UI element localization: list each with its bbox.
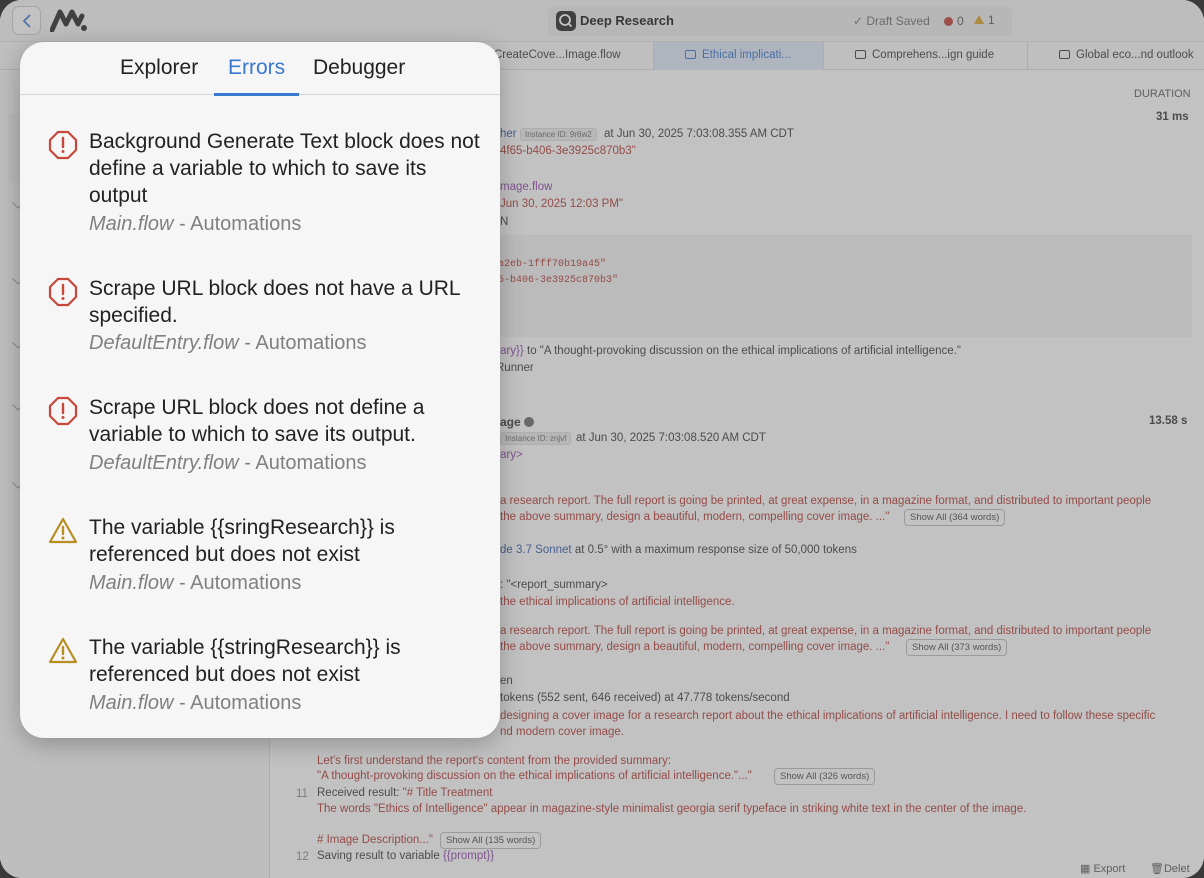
active-tab-indicator bbox=[214, 93, 299, 96]
problem-file: DefaultEntry.flow bbox=[89, 332, 239, 354]
tab-explorer[interactable]: Explorer bbox=[120, 56, 198, 80]
problem-file: Main.flow bbox=[89, 572, 174, 594]
triangle-alert-icon bbox=[48, 517, 78, 544]
problem-item-warning[interactable]: The variable {{sringResearch}} is refere… bbox=[48, 514, 488, 599]
octagon-alert-icon bbox=[48, 396, 78, 426]
problem-item-error[interactable]: Scrape URL block does not define a varia… bbox=[48, 394, 488, 479]
app-window: Deep Research ✓ Draft Saved 0 1 CreateCo… bbox=[0, 0, 1204, 878]
problem-source[interactable]: Main.flow - Automations bbox=[89, 572, 301, 595]
problem-location: - Automations bbox=[173, 572, 302, 594]
problem-source[interactable]: DefaultEntry.flow - Automations bbox=[89, 332, 367, 355]
problem-item-error[interactable]: Scrape URL block does not have a URL spe… bbox=[48, 275, 488, 360]
problem-location: - Automations bbox=[173, 213, 302, 235]
problem-source[interactable]: Main.flow - Automations bbox=[89, 213, 301, 236]
problem-file: DefaultEntry.flow bbox=[89, 452, 239, 474]
octagon-alert-icon bbox=[48, 277, 78, 307]
problem-source[interactable]: DefaultEntry.flow - Automations bbox=[89, 452, 367, 475]
tab-debugger[interactable]: Debugger bbox=[313, 56, 405, 80]
triangle-alert-icon bbox=[48, 637, 78, 664]
popover-tabs: Explorer Errors Debugger bbox=[20, 42, 500, 96]
problem-message: Scrape URL block does not define a varia… bbox=[89, 396, 425, 446]
problem-message: The variable {{sringResearch}} is refere… bbox=[89, 516, 395, 566]
problem-location: - Automations bbox=[173, 692, 302, 714]
problem-file: Main.flow bbox=[89, 692, 174, 714]
problem-location: - Automations bbox=[238, 452, 367, 474]
problem-item-error[interactable]: Background Generate Text block does not … bbox=[48, 128, 488, 238]
problems-popover: Explorer Errors Debugger Background Gene… bbox=[20, 42, 500, 738]
octagon-alert-icon bbox=[48, 130, 78, 160]
problem-message: The variable {{stringResearch}} is refer… bbox=[89, 636, 401, 686]
problem-item-warning[interactable]: The variable {{stringResearch}} is refer… bbox=[48, 634, 488, 719]
problem-message: Background Generate Text block does not … bbox=[89, 130, 480, 207]
problem-source[interactable]: Main.flow - Automations bbox=[89, 692, 301, 715]
tab-errors[interactable]: Errors bbox=[228, 56, 285, 80]
problem-file: Main.flow bbox=[89, 213, 174, 235]
problem-location: - Automations bbox=[238, 332, 367, 354]
problem-message: Scrape URL block does not have a URL spe… bbox=[89, 277, 460, 327]
